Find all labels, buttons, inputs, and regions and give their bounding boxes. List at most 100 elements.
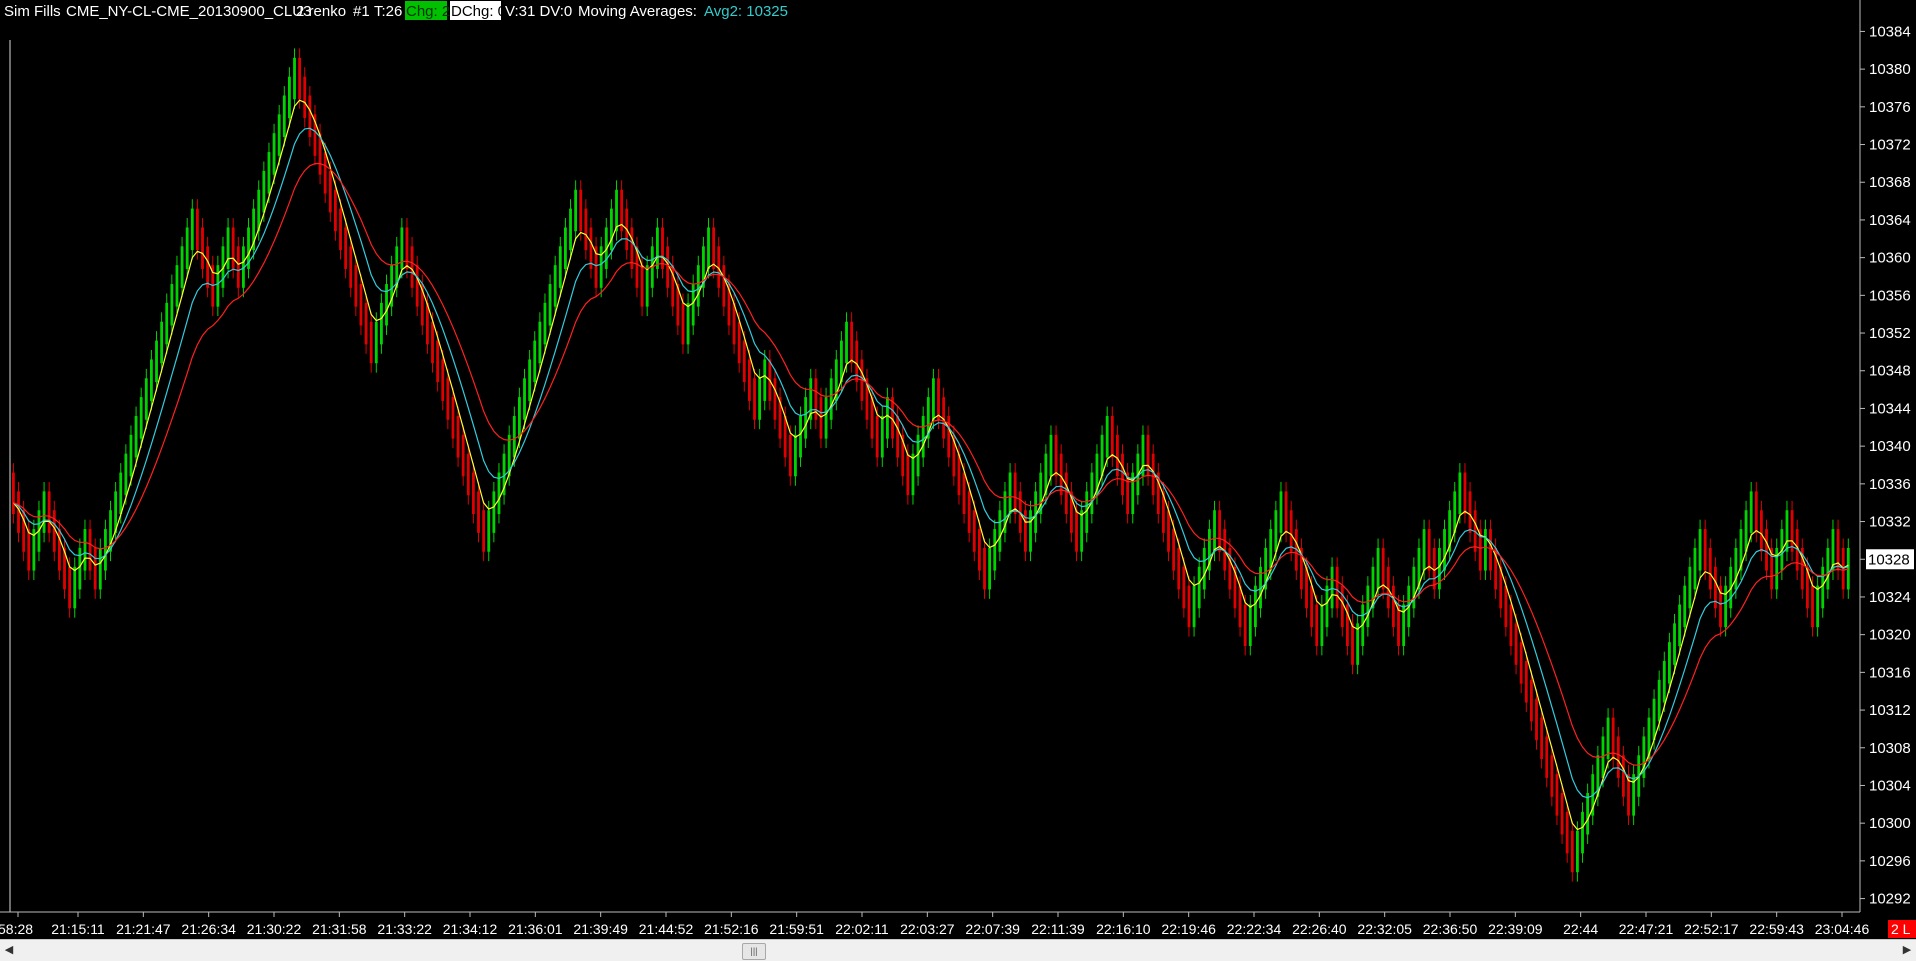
renko-brick-up bbox=[288, 76, 291, 119]
renko-brick-up bbox=[799, 415, 802, 458]
time-tick-label: 21:59:51 bbox=[769, 921, 824, 937]
renko-brick-down bbox=[466, 453, 470, 496]
time-tick-label: 22:39:09 bbox=[1488, 921, 1543, 937]
renko-brick-down bbox=[364, 302, 368, 345]
price-tick-label: 10320 bbox=[1869, 627, 1911, 644]
price-tick-label: 10364 bbox=[1869, 212, 1911, 229]
renko-brick-up bbox=[83, 529, 87, 571]
renko-brick-down bbox=[339, 208, 342, 251]
renko-brick-up bbox=[180, 246, 184, 288]
renko-brick-down bbox=[978, 529, 981, 571]
renko-brick-down bbox=[482, 510, 486, 552]
renko-brick-down bbox=[441, 359, 445, 401]
renko-brick-up bbox=[1734, 547, 1738, 590]
renko-brick-down bbox=[1243, 604, 1247, 646]
price-tick-label: 10348 bbox=[1869, 363, 1911, 380]
renko-brick-down bbox=[1054, 434, 1058, 477]
time-tick-label: 22:07:39 bbox=[965, 921, 1020, 937]
horizontal-scrollbar[interactable]: ◀ ||| ▶ bbox=[0, 939, 1916, 961]
header-dchg: DChg: 0 bbox=[451, 3, 506, 20]
renko-brick-up bbox=[1100, 434, 1104, 477]
renko-brick-up bbox=[998, 510, 1002, 552]
time-tick-label: 22:59:43 bbox=[1749, 921, 1804, 937]
renko-brick-down bbox=[308, 95, 312, 137]
renko-brick-up bbox=[1586, 793, 1590, 835]
renko-brick-down bbox=[12, 472, 15, 515]
renko-brick-up bbox=[1749, 491, 1753, 533]
renko-brick-up bbox=[794, 434, 797, 477]
renko-brick-up bbox=[686, 302, 690, 345]
renko-brick-up bbox=[42, 491, 46, 533]
renko-brick-up bbox=[1049, 434, 1053, 477]
price-tick-label: 10324 bbox=[1869, 589, 1911, 606]
renko-brick-up bbox=[528, 359, 532, 401]
renko-brick-down bbox=[1075, 510, 1078, 552]
scroll-thumb[interactable]: ||| bbox=[742, 943, 766, 960]
price-tick-label: 10360 bbox=[1869, 250, 1911, 267]
renko-brick-up bbox=[656, 227, 659, 269]
renko-brick-down bbox=[1540, 717, 1544, 760]
renko-brick-down bbox=[1468, 491, 1472, 533]
scroll-right-arrow-icon[interactable]: ▶ bbox=[1900, 944, 1914, 957]
renko-brick-up bbox=[1320, 604, 1324, 646]
time-tick-label: 21:15:11 bbox=[51, 921, 105, 937]
header-chart-number: #1 bbox=[353, 3, 370, 20]
renko-brick-up bbox=[829, 378, 833, 420]
renko-brick-up bbox=[886, 397, 889, 439]
renko-brick-down bbox=[1760, 510, 1763, 552]
header-trades: T:26 bbox=[374, 3, 402, 20]
renko-brick-down bbox=[1519, 642, 1523, 684]
renko-brick-down bbox=[1708, 547, 1712, 590]
header-studies: Moving Averages: bbox=[578, 3, 697, 20]
renko-brick-up bbox=[1821, 566, 1825, 609]
time-marker: 2 L bbox=[1888, 920, 1916, 938]
renko-brick-down bbox=[334, 189, 337, 232]
renko-brick-up bbox=[1744, 510, 1748, 552]
chart-canvas[interactable]: Sim Fills CME_NY-CL-CME_20130900_CLU3 2 … bbox=[0, 0, 1916, 939]
price-tick-label: 10368 bbox=[1869, 174, 1911, 191]
renko-brick-up bbox=[272, 133, 276, 175]
renko-brick-up bbox=[1443, 529, 1446, 571]
renko-brick-up bbox=[267, 152, 271, 194]
renko-brick-down bbox=[201, 227, 204, 269]
renko-brick-down bbox=[1182, 566, 1186, 609]
renko-brick-up bbox=[155, 340, 158, 383]
renko-brick-down bbox=[1565, 811, 1569, 854]
scroll-left-arrow-icon[interactable]: ◀ bbox=[2, 944, 16, 957]
price-tick-label: 10376 bbox=[1869, 99, 1911, 116]
renko-brick-up bbox=[119, 472, 123, 515]
renko-brick-up bbox=[1080, 510, 1084, 552]
renko-brick-up bbox=[170, 284, 174, 326]
renko-brick-down bbox=[850, 321, 854, 364]
price-tick-label: 10296 bbox=[1869, 853, 1911, 870]
renko-brick-up bbox=[124, 453, 128, 496]
renko-brick-down bbox=[712, 227, 716, 269]
time-tick-label: 22:44 bbox=[1563, 921, 1598, 937]
time-tick-label: 22:36:50 bbox=[1423, 921, 1478, 937]
renko-brick-down bbox=[1218, 510, 1222, 552]
renko-brick-up bbox=[569, 208, 572, 251]
renko-brick-up bbox=[1826, 547, 1830, 590]
renko-brick-down bbox=[1064, 472, 1068, 515]
renko-brick-up bbox=[548, 284, 552, 326]
renko-brick-up bbox=[1606, 717, 1610, 760]
renko-chart[interactable]: Sim Fills CME_NY-CL-CME_20130900_CLU3 2 … bbox=[0, 0, 1916, 961]
renko-brick-up bbox=[104, 529, 107, 571]
renko-brick-down bbox=[640, 265, 644, 307]
renko-brick-up bbox=[645, 265, 649, 307]
renko-brick-up bbox=[523, 378, 526, 420]
renko-brick-down bbox=[681, 302, 685, 345]
renko-brick-down bbox=[1351, 623, 1354, 665]
renko-brick-down bbox=[415, 265, 419, 307]
renko-brick-up bbox=[1248, 604, 1252, 646]
time-tick-label: 22:16:10 bbox=[1096, 921, 1151, 937]
renko-brick-down bbox=[1187, 585, 1191, 628]
renko-brick-down bbox=[1013, 472, 1017, 515]
price-tick-label: 10292 bbox=[1869, 891, 1911, 908]
time-tick-label: 22:52:17 bbox=[1684, 921, 1739, 937]
renko-brick-up bbox=[1698, 529, 1702, 571]
renko-brick-down bbox=[1392, 585, 1395, 628]
renko-brick-down bbox=[788, 434, 792, 477]
renko-brick-down bbox=[451, 397, 455, 439]
renko-brick-down bbox=[359, 284, 363, 326]
